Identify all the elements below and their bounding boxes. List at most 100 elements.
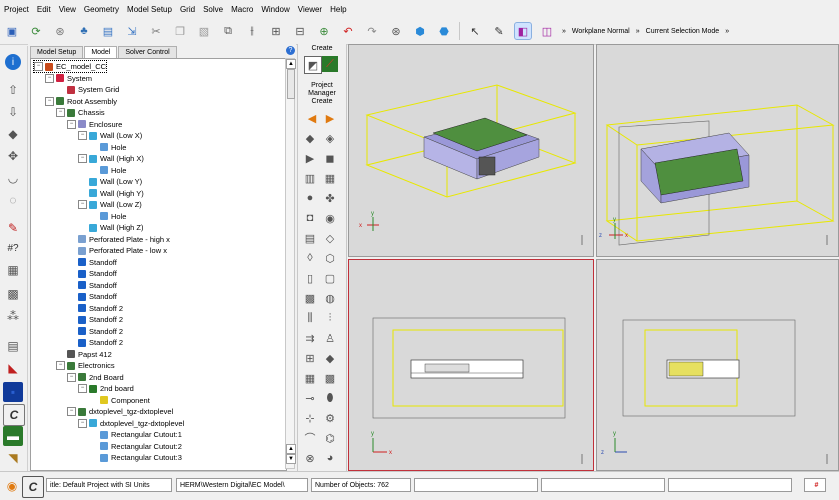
view-iso-icon[interactable]: ◆ [3, 124, 23, 144]
viewport-front[interactable]: x y [348, 259, 594, 471]
tree-item[interactable]: Standoff [67, 291, 117, 302]
cuboid-icon[interactable]: ◆ [302, 130, 318, 146]
scroll-up-icon[interactable]: ▲ [286, 59, 296, 69]
collapse-icon[interactable]: − [78, 418, 87, 428]
chip-icon[interactable]: ◍ [322, 290, 338, 306]
menu-item[interactable]: Help [326, 5, 350, 14]
tree-scrollbar[interactable]: ▲ ▲ ▼ [285, 58, 296, 469]
menu-item[interactable]: Model Setup [123, 5, 176, 14]
selection-mode-dropdown[interactable]: Current Selection Mode [643, 28, 723, 35]
collapse-icon[interactable]: − [67, 119, 76, 129]
network-icon[interactable]: ⊗ [302, 450, 318, 466]
thermostat-icon[interactable]: ⊸ [302, 390, 318, 406]
menu-item[interactable]: Project [0, 5, 33, 14]
orbit-icon[interactable]: ⊛ [387, 22, 405, 40]
pencil-icon[interactable]: ✎ [3, 218, 23, 238]
box-select-icon[interactable]: ◧ [514, 22, 532, 40]
tree-item[interactable]: − 2nd board [78, 383, 134, 394]
tree-item[interactable]: − 2nd Board [67, 372, 124, 383]
collapse-icon[interactable]: − [78, 200, 87, 209]
view-up-icon[interactable]: ⇧ [3, 80, 23, 100]
menu-item[interactable]: Edit [33, 5, 55, 14]
mesh-icon[interactable]: ▤ [99, 22, 117, 40]
prism-icon[interactable]: ◈ [322, 130, 338, 146]
arrow-right-icon[interactable]: ▶ [322, 110, 338, 126]
wedge-icon[interactable]: ▶ [302, 150, 318, 166]
tree-item[interactable]: Wall (High Y) [78, 188, 144, 199]
arrow-left-icon[interactable]: ◀ [304, 110, 320, 126]
distribute-icon[interactable]: ⧉ [219, 22, 237, 40]
collapse-icon[interactable]: − [56, 361, 65, 370]
viewport-isometric[interactable]: x y [348, 44, 594, 257]
duct-icon[interactable]: ⌬ [322, 430, 338, 446]
tree-item[interactable]: Rectangular Cutout:2 [89, 441, 182, 452]
cluster-icon[interactable]: ◆ [322, 350, 338, 366]
viewport-perspective[interactable]: z x y [596, 44, 839, 257]
undo-icon[interactable]: ↶ [339, 22, 357, 40]
gear-icon[interactable]: ⚙ [322, 410, 338, 426]
table-icon[interactable]: ▤ [3, 336, 23, 356]
mesh-grid-icon[interactable]: ▦ [3, 260, 23, 280]
square-icon[interactable]: ▢ [322, 270, 338, 286]
cube-icon[interactable]: ◉ [322, 210, 338, 226]
collapse-icon[interactable]: − [78, 384, 87, 393]
diamond-icon[interactable]: ◇ [322, 230, 338, 246]
glasses-outline-icon[interactable]: ◌ [3, 190, 23, 210]
grid-indicator-icon[interactable]: # [804, 478, 826, 492]
help-icon[interactable]: ? [286, 46, 295, 55]
paste-icon[interactable]: ▧ [195, 22, 213, 40]
project-manager-icon[interactable]: ◩ [304, 56, 322, 74]
chart-icon[interactable]: ◣ [3, 358, 23, 378]
tree-item[interactable]: Standoff [67, 257, 117, 268]
viewport-side[interactable]: z y [596, 259, 839, 471]
cube-icon[interactable]: ⬢ [411, 22, 429, 40]
block-icon[interactable]: ◼ [322, 150, 338, 166]
scroll-up-icon[interactable]: ▲ [286, 444, 296, 454]
cube-solid-icon[interactable]: ⬣ [435, 22, 453, 40]
tree-item[interactable]: Perforated Plate - high x [67, 234, 170, 245]
more-icon[interactable]: » [722, 28, 732, 35]
cylinder-icon[interactable]: ▥ [302, 170, 318, 186]
align-icon[interactable]: ⊞ [267, 22, 285, 40]
resize-icon[interactable]: ⇲ [123, 22, 141, 40]
collapse-icon[interactable]: − [67, 372, 76, 382]
tree-item[interactable]: − System [45, 73, 92, 84]
info-icon[interactable]: i [5, 54, 21, 70]
tree-item[interactable]: − Chassis [56, 107, 105, 118]
collapse-icon[interactable]: − [45, 96, 54, 106]
menu-item[interactable]: Macro [227, 5, 257, 14]
board-icon[interactable]: ▬ [3, 426, 23, 446]
source-icon[interactable]: ⬡ [322, 250, 338, 266]
tree-item[interactable]: Standoff 2 [67, 314, 123, 325]
perforated-icon[interactable]: ▦ [322, 170, 338, 186]
mesh-detail-icon[interactable]: ⁂ [3, 306, 23, 326]
tree-item[interactable]: − Electronics [56, 360, 115, 371]
tree-item[interactable]: − Wall (High X) [78, 153, 144, 164]
collapse-icon[interactable]: − [67, 407, 76, 416]
tree-item[interactable]: Standoff [67, 280, 117, 291]
mesh-region-icon[interactable]: ▦ [302, 370, 318, 386]
grid-icon[interactable]: ⊛ [51, 22, 69, 40]
grille-icon[interactable]: ⊞ [302, 350, 318, 366]
query-icon[interactable]: #? [3, 238, 23, 258]
tree-item[interactable]: Standoff 2 [67, 337, 123, 348]
tree-item[interactable]: System Grid [56, 84, 119, 95]
tree-item[interactable]: Rectangular Cutout:3 [89, 452, 182, 463]
fan-icon[interactable]: ✤ [322, 190, 338, 206]
tree-item[interactable]: Wall (High Z) [78, 222, 143, 233]
scroll-down-icon[interactable]: ▼ [286, 454, 296, 464]
curve-icon[interactable]: ⌒ [302, 430, 318, 446]
plate-icon[interactable]: ◊ [302, 250, 318, 266]
enclosure-icon[interactable]: ◘ [302, 210, 318, 226]
assembly-icon[interactable]: ♣ [75, 22, 93, 40]
view-front-icon[interactable]: ⇩ [3, 102, 23, 122]
heat-pipe-icon[interactable]: ◕ [322, 450, 338, 466]
menu-item[interactable]: Solve [199, 5, 227, 14]
view-all-icon[interactable]: ✥ [3, 146, 23, 166]
cc-logo-icon[interactable]: C [3, 404, 25, 426]
tree-item[interactable]: − Wall (Low Z) [78, 199, 142, 210]
redo-icon[interactable]: ↷ [363, 22, 381, 40]
pointer-icon[interactable]: ↖ [466, 22, 484, 40]
collapse-icon[interactable]: − [56, 108, 65, 117]
collapse-icon[interactable]: − [45, 73, 54, 83]
